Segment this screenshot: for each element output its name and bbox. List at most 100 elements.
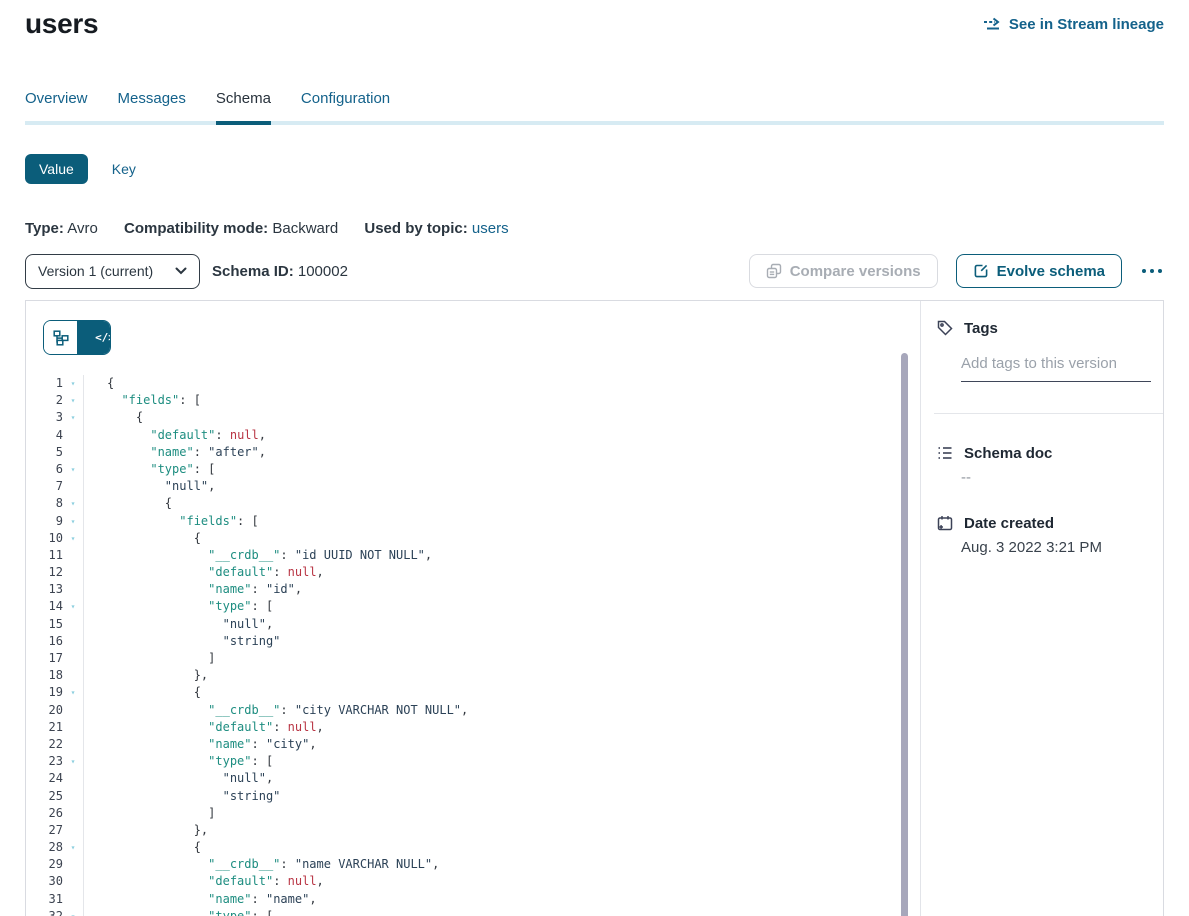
code-line: 19▾ { [26, 684, 900, 701]
line-gutter: 9▾ [26, 513, 84, 530]
fold-spacer [63, 856, 83, 873]
line-number: 4 [26, 427, 63, 444]
fold-spacer [63, 633, 83, 650]
code-line: 24 "null", [26, 770, 900, 787]
tab-overview[interactable]: Overview [25, 90, 88, 121]
code-line: 26 ] [26, 805, 900, 822]
code-text: "default": null, [84, 564, 324, 581]
schema-type: Type: Avro [25, 220, 98, 237]
line-number: 32 [26, 908, 63, 916]
fold-toggle-icon[interactable]: ▾ [63, 839, 83, 856]
fold-toggle-icon[interactable]: ▾ [63, 530, 83, 547]
tab-messages[interactable]: Messages [118, 90, 186, 121]
code-line: 20 "__crdb__": "city VARCHAR NOT NULL", [26, 702, 900, 719]
code-text: "name": "after", [84, 444, 266, 461]
editor-scrollbar[interactable] [901, 353, 908, 916]
code-line: 30 "default": null, [26, 873, 900, 890]
fold-toggle-icon[interactable]: ▾ [63, 495, 83, 512]
tree-view-button[interactable] [44, 321, 77, 354]
line-number: 14 [26, 598, 63, 615]
code-line: 12 "default": null, [26, 564, 900, 581]
version-select[interactable]: Version 1 (current) [25, 254, 200, 289]
line-gutter: 30 [26, 873, 84, 890]
line-gutter: 5 [26, 444, 84, 461]
line-gutter: 22 [26, 736, 84, 753]
code-text: "name": "city", [84, 736, 317, 753]
code-text: "null", [84, 616, 273, 633]
line-gutter: 29 [26, 856, 84, 873]
code-line: 14▾ "type": [ [26, 598, 900, 615]
calendar-plus-icon [936, 514, 954, 532]
line-number: 12 [26, 564, 63, 581]
code-line: 7 "null", [26, 478, 900, 495]
code-line: 10▾ { [26, 530, 900, 547]
code-line: 5 "name": "after", [26, 444, 900, 461]
topic-link[interactable]: users [472, 220, 509, 237]
code-text: { [84, 375, 114, 392]
page-header: users See in Stream lineage [25, 8, 1164, 40]
line-number: 22 [26, 736, 63, 753]
line-number: 25 [26, 788, 63, 805]
schema-editor-pane: </> 1▾{2▾ "fields": [3▾ {4 "default": nu… [26, 301, 921, 916]
fold-spacer [63, 719, 83, 736]
fold-toggle-icon[interactable]: ▾ [63, 409, 83, 426]
fold-spacer [63, 547, 83, 564]
editor-view-toggle: </> [43, 320, 111, 355]
schema-code-editor[interactable]: 1▾{2▾ "fields": [3▾ {4 "default": null,5… [26, 375, 900, 916]
code-line: 9▾ "fields": [ [26, 513, 900, 530]
line-gutter: 12 [26, 564, 84, 581]
line-number: 6 [26, 461, 63, 478]
code-line: 3▾ { [26, 409, 900, 426]
add-tags-input[interactable] [961, 351, 1151, 382]
fold-toggle-icon[interactable]: ▾ [63, 461, 83, 478]
tab-schema[interactable]: Schema [216, 90, 271, 125]
line-number: 13 [26, 581, 63, 598]
tab-configuration[interactable]: Configuration [301, 90, 390, 121]
fold-toggle-icon[interactable]: ▾ [63, 392, 83, 409]
fold-toggle-icon[interactable]: ▾ [63, 684, 83, 701]
line-number: 18 [26, 667, 63, 684]
line-number: 15 [26, 616, 63, 633]
code-line: 2▾ "fields": [ [26, 392, 900, 409]
code-line: 6▾ "type": [ [26, 461, 900, 478]
line-gutter: 14▾ [26, 598, 84, 615]
fold-spacer [63, 444, 83, 461]
fold-toggle-icon[interactable]: ▾ [63, 375, 83, 392]
compare-versions-button[interactable]: Compare versions [749, 254, 938, 288]
fold-toggle-icon[interactable]: ▾ [63, 513, 83, 530]
more-actions-button[interactable] [1140, 263, 1164, 279]
key-tab-link[interactable]: Key [112, 161, 136, 177]
code-text: "default": null, [84, 427, 266, 444]
fold-spacer [63, 770, 83, 787]
line-number: 16 [26, 633, 63, 650]
evolve-schema-button[interactable]: Evolve schema [956, 254, 1122, 288]
fold-toggle-icon[interactable]: ▾ [63, 598, 83, 615]
code-line: 8▾ { [26, 495, 900, 512]
code-line: 29 "__crdb__": "name VARCHAR NULL", [26, 856, 900, 873]
line-number: 19 [26, 684, 63, 701]
line-number: 31 [26, 891, 63, 908]
line-number: 10 [26, 530, 63, 547]
date-created-value: Aug. 3 2022 3:21 PM [961, 539, 1163, 556]
stream-lineage-link[interactable]: See in Stream lineage [983, 16, 1164, 33]
line-gutter: 1▾ [26, 375, 84, 392]
schema-side-panel: Tags Schema doc -- Date created [921, 301, 1163, 916]
code-line: 21 "default": null, [26, 719, 900, 736]
line-number: 26 [26, 805, 63, 822]
code-line: 27 }, [26, 822, 900, 839]
line-gutter: 32▾ [26, 908, 84, 916]
code-text: { [84, 839, 201, 856]
code-view-button[interactable]: </> [77, 321, 110, 354]
value-tab-button[interactable]: Value [25, 154, 88, 184]
code-text: "type": [ [84, 753, 273, 770]
sidebar-divider [934, 413, 1163, 414]
fold-toggle-icon[interactable]: ▾ [63, 908, 83, 916]
fold-toggle-icon[interactable]: ▾ [63, 753, 83, 770]
line-gutter: 18 [26, 667, 84, 684]
line-number: 5 [26, 444, 63, 461]
code-line: 25 "string" [26, 788, 900, 805]
code-line: 15 "null", [26, 616, 900, 633]
code-text: "fields": [ [84, 392, 201, 409]
schema-doc-heading: Schema doc [921, 444, 1163, 462]
stream-lineage-label: See in Stream lineage [1009, 16, 1164, 33]
